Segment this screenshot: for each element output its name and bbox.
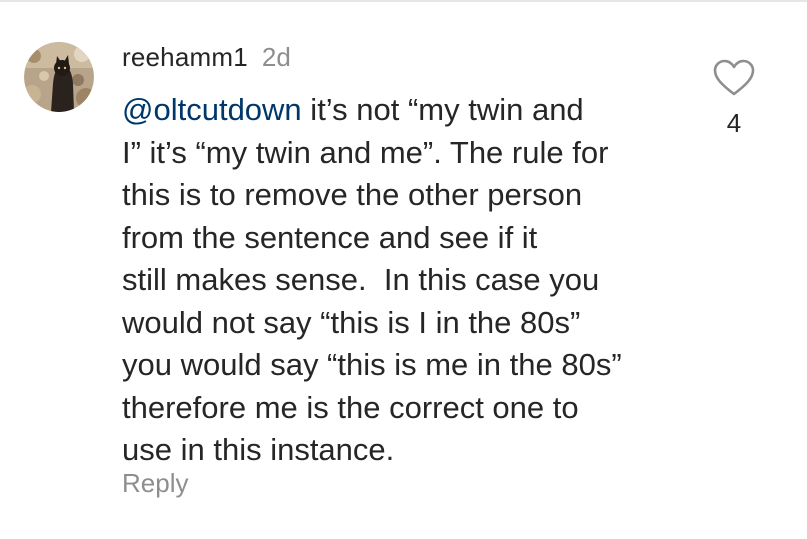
like-count: 4 bbox=[726, 108, 742, 138]
comment-line: would not say “this is I in the 80s” bbox=[122, 304, 581, 340]
top-divider bbox=[0, 0, 807, 2]
avatar[interactable] bbox=[24, 42, 94, 112]
mention-link[interactable]: @oltcutdown bbox=[122, 92, 302, 127]
comment-line: from the sentence and see if it bbox=[122, 219, 538, 255]
heart-outline-icon bbox=[713, 59, 755, 96]
comment-line: @oltcutdown it’s not “my twin and bbox=[122, 89, 692, 132]
comment-timestamp: 2d bbox=[261, 42, 291, 72]
comment-header: reehamm1 2d bbox=[122, 42, 291, 76]
like-button[interactable] bbox=[712, 58, 756, 98]
comment-line: still makes sense. In this case you bbox=[122, 262, 600, 297]
comment-text: @oltcutdown it’s not “my twin and I” it’… bbox=[122, 89, 692, 472]
comment-first-line-text: it’s not “my twin and bbox=[301, 92, 584, 127]
comment-line: this is to remove the other person bbox=[122, 177, 583, 212]
avatar-photo bbox=[24, 42, 94, 112]
username-link[interactable]: reehamm1 bbox=[122, 42, 248, 73]
reply-button[interactable]: Reply bbox=[122, 468, 188, 499]
comment-line: use in this instance. bbox=[122, 432, 395, 467]
comment-line: I” it’s “my twin and me”. The rule for bbox=[122, 134, 609, 170]
comment-line: you would say “this is me in the 80s” bbox=[122, 347, 622, 382]
comment-line: therefore me is the correct one to bbox=[122, 389, 579, 425]
